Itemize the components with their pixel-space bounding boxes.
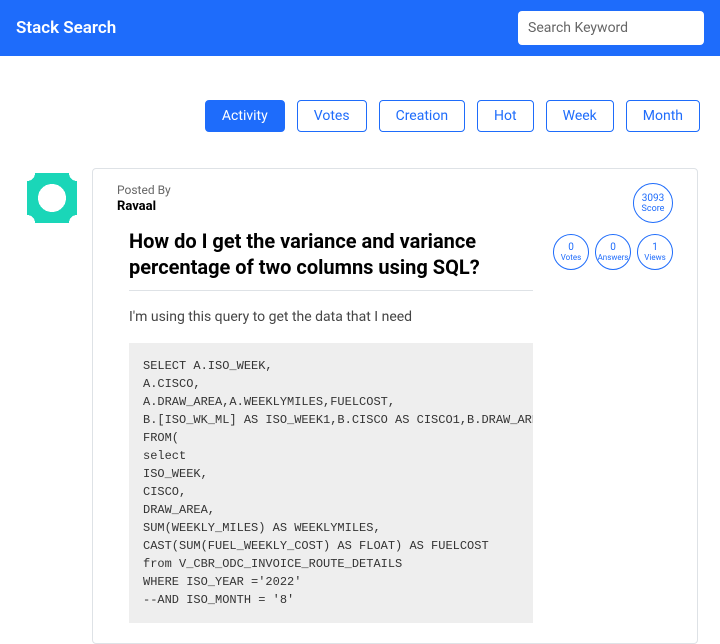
avatar — [27, 173, 77, 223]
stat-views-value: 1 — [652, 242, 658, 253]
stat-views-label: Views — [644, 253, 665, 262]
stat-answers: 0 Answers — [595, 234, 631, 270]
stat-answers-label: Answers — [598, 253, 629, 262]
main-content: Activity Votes Creation Hot Week Month P… — [0, 56, 720, 644]
post-intro: I'm using this query to get the data tha… — [129, 309, 533, 325]
author-name[interactable]: Ravaal — [117, 199, 673, 214]
tab-creation[interactable]: Creation — [379, 100, 465, 132]
divider — [129, 290, 533, 291]
tab-votes[interactable]: Votes — [297, 100, 367, 132]
post-body: How do I get the variance and variance p… — [93, 228, 697, 623]
post-header: Posted By Ravaal 3093 Score — [93, 169, 697, 228]
tab-hot[interactable]: Hot — [477, 100, 534, 132]
tab-week[interactable]: Week — [546, 100, 614, 132]
stat-answers-value: 0 — [610, 242, 616, 253]
sort-tabs: Activity Votes Creation Hot Week Month — [10, 100, 700, 132]
score-badge: 3093 Score — [633, 183, 673, 223]
posted-by-label: Posted By — [117, 183, 673, 197]
stat-views: 1 Views — [637, 234, 673, 270]
brand-title: Stack Search — [16, 18, 116, 38]
tab-activity[interactable]: Activity — [205, 100, 285, 132]
post-card: Posted By Ravaal 3093 Score How do I get… — [92, 168, 698, 644]
search-input[interactable] — [518, 11, 704, 45]
stat-votes-label: Votes — [561, 253, 581, 262]
post-title[interactable]: How do I get the variance and variance p… — [129, 228, 533, 280]
tab-month[interactable]: Month — [626, 100, 700, 132]
score-label: Score — [642, 204, 665, 214]
post-stats: 0 Votes 0 Answers 1 Views — [553, 228, 673, 623]
stat-votes-value: 0 — [568, 242, 574, 253]
post-main-column: How do I get the variance and variance p… — [129, 228, 533, 623]
score-value: 3093 — [642, 193, 664, 204]
code-block: SELECT A.ISO_WEEK, A.CISCO, A.DRAW_AREA,… — [129, 343, 533, 623]
top-header: Stack Search — [0, 0, 720, 56]
stat-votes: 0 Votes — [553, 234, 589, 270]
